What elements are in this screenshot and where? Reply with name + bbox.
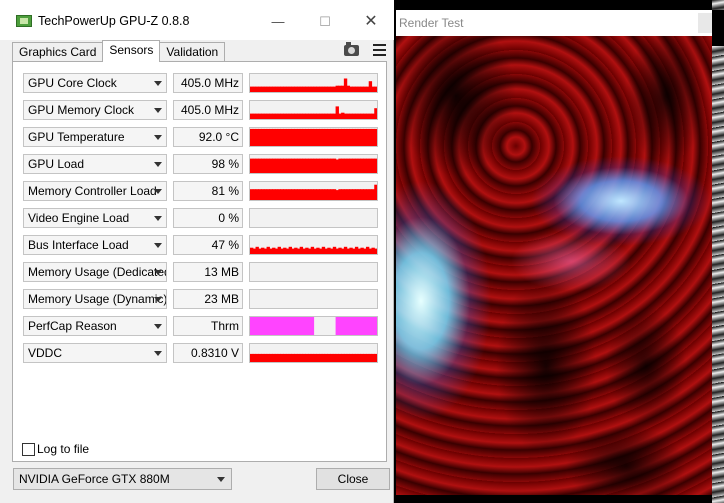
sensor-value: 23 MB	[173, 289, 243, 309]
background-window-edge-top	[712, 10, 724, 46]
sensor-graph	[249, 343, 378, 363]
log-to-file-checkbox[interactable]	[22, 443, 35, 456]
sensor-graph	[249, 262, 378, 282]
sensor-value: Thrm	[173, 316, 243, 336]
sensor-label-dropdown[interactable]: VDDC	[23, 343, 167, 363]
chevron-down-icon	[154, 270, 162, 275]
sensor-label-dropdown[interactable]: GPU Temperature	[23, 127, 167, 147]
sensor-value: 0.8310 V	[173, 343, 243, 363]
window-title: TechPowerUp GPU-Z 0.8.8	[38, 14, 190, 28]
tab-graphics-card[interactable]: Graphics Card	[12, 42, 104, 62]
sensor-graph	[249, 208, 378, 228]
sensor-value: 405.0 MHz	[173, 100, 243, 120]
graph-bar	[374, 317, 377, 335]
gpuz-app-icon	[16, 15, 32, 27]
hamburger-menu-icon[interactable]	[373, 44, 386, 56]
graph-bar	[374, 108, 377, 119]
render-test-window: Render Test	[396, 10, 712, 495]
sensor-label-dropdown[interactable]: GPU Load	[23, 154, 167, 174]
sensor-value: 81 %	[173, 181, 243, 201]
chevron-down-icon	[154, 81, 162, 86]
sensor-graph	[249, 154, 378, 174]
chevron-down-icon	[154, 243, 162, 248]
render-test-canvas	[396, 36, 712, 495]
graph-bar	[374, 248, 377, 254]
sensor-label-text: PerfCap Reason	[28, 319, 117, 333]
sensor-label-dropdown[interactable]: Memory Controller Load	[23, 181, 167, 201]
sensor-label-dropdown[interactable]: Bus Interface Load	[23, 235, 167, 255]
sensor-label-text: Memory Usage (Dynamic)	[28, 292, 167, 306]
background-window-edge	[712, 0, 724, 503]
chevron-down-icon	[154, 216, 162, 221]
chevron-down-icon	[154, 162, 162, 167]
camera-icon[interactable]	[344, 42, 359, 56]
tab-sensors[interactable]: Sensors	[102, 40, 161, 62]
gpu-select-dropdown[interactable]: NVIDIA GeForce GTX 880M	[13, 468, 232, 490]
sensor-label-text: Bus Interface Load	[28, 238, 129, 252]
sensor-label-text: Video Engine Load	[28, 211, 130, 225]
chevron-down-icon	[154, 324, 162, 329]
sensor-graph	[249, 316, 378, 336]
sensor-label-dropdown[interactable]: PerfCap Reason	[23, 316, 167, 336]
graph-bar	[374, 158, 377, 173]
sensor-value: 13 MB	[173, 262, 243, 282]
sensor-graph	[249, 289, 378, 309]
sensor-graph	[249, 73, 378, 93]
sensors-panel: GPU Core Clock 405.0 MHz GPU Memory Clock 4…	[12, 61, 387, 462]
sensor-label-text: Memory Controller Load	[28, 184, 157, 198]
sensor-value: 47 %	[173, 235, 243, 255]
sensor-value: 98 %	[173, 154, 243, 174]
render-test-title-bar: Render Test	[396, 10, 712, 36]
graph-bar	[374, 353, 377, 362]
graph-bar	[374, 86, 377, 92]
tab-validation[interactable]: Validation	[159, 42, 226, 62]
title-bar: TechPowerUp GPU-Z 0.8.8 — ☐ ✕	[0, 0, 394, 40]
render-test-close-button[interactable]	[698, 13, 712, 33]
sensor-label-text: GPU Load	[28, 157, 85, 171]
sensor-graph	[249, 100, 378, 120]
render-test-title: Render Test	[399, 16, 464, 30]
tab-bar: Graphics Card Sensors Validation	[12, 40, 226, 62]
sensor-label-dropdown[interactable]: Memory Usage (Dedicated)	[23, 262, 167, 282]
sensor-value: 92.0 °C	[173, 127, 243, 147]
sensor-label-dropdown[interactable]: Memory Usage (Dynamic)	[23, 289, 167, 309]
sensor-label-text: GPU Temperature	[28, 130, 125, 144]
sensor-label-text: Memory Usage (Dedicated)	[28, 265, 167, 279]
sensor-graph	[249, 181, 378, 201]
maximize-button[interactable]: ☐	[312, 9, 338, 35]
chevron-down-icon	[154, 135, 162, 140]
chevron-down-icon	[154, 189, 162, 194]
sensor-label-dropdown[interactable]: GPU Memory Clock	[23, 100, 167, 120]
graph-bar	[310, 317, 315, 335]
sensor-label-dropdown[interactable]: GPU Core Clock	[23, 73, 167, 93]
graph-bar	[374, 184, 377, 200]
chevron-down-icon	[217, 477, 225, 482]
chevron-down-icon	[154, 351, 162, 356]
log-to-file-label: Log to file	[37, 442, 90, 456]
sensor-graph	[249, 235, 378, 255]
sensor-label-text: GPU Core Clock	[28, 76, 117, 90]
sensor-value: 0 %	[173, 208, 243, 228]
graph-bar	[374, 128, 377, 146]
sensor-graph	[249, 127, 378, 147]
chevron-down-icon	[154, 297, 162, 302]
gpu-select-value: NVIDIA GeForce GTX 880M	[19, 472, 170, 486]
sensor-label-text: VDDC	[28, 346, 63, 360]
chevron-down-icon	[154, 108, 162, 113]
close-window-button[interactable]: ✕	[358, 9, 384, 35]
minimize-button[interactable]: —	[265, 9, 291, 35]
close-button[interactable]: Close	[316, 468, 390, 490]
gpuz-window: TechPowerUp GPU-Z 0.8.8 — ☐ ✕ Graphics C…	[0, 0, 394, 503]
sensor-label-text: GPU Memory Clock	[28, 103, 135, 117]
sensor-label-dropdown[interactable]: Video Engine Load	[23, 208, 167, 228]
sensor-value: 405.0 MHz	[173, 73, 243, 93]
